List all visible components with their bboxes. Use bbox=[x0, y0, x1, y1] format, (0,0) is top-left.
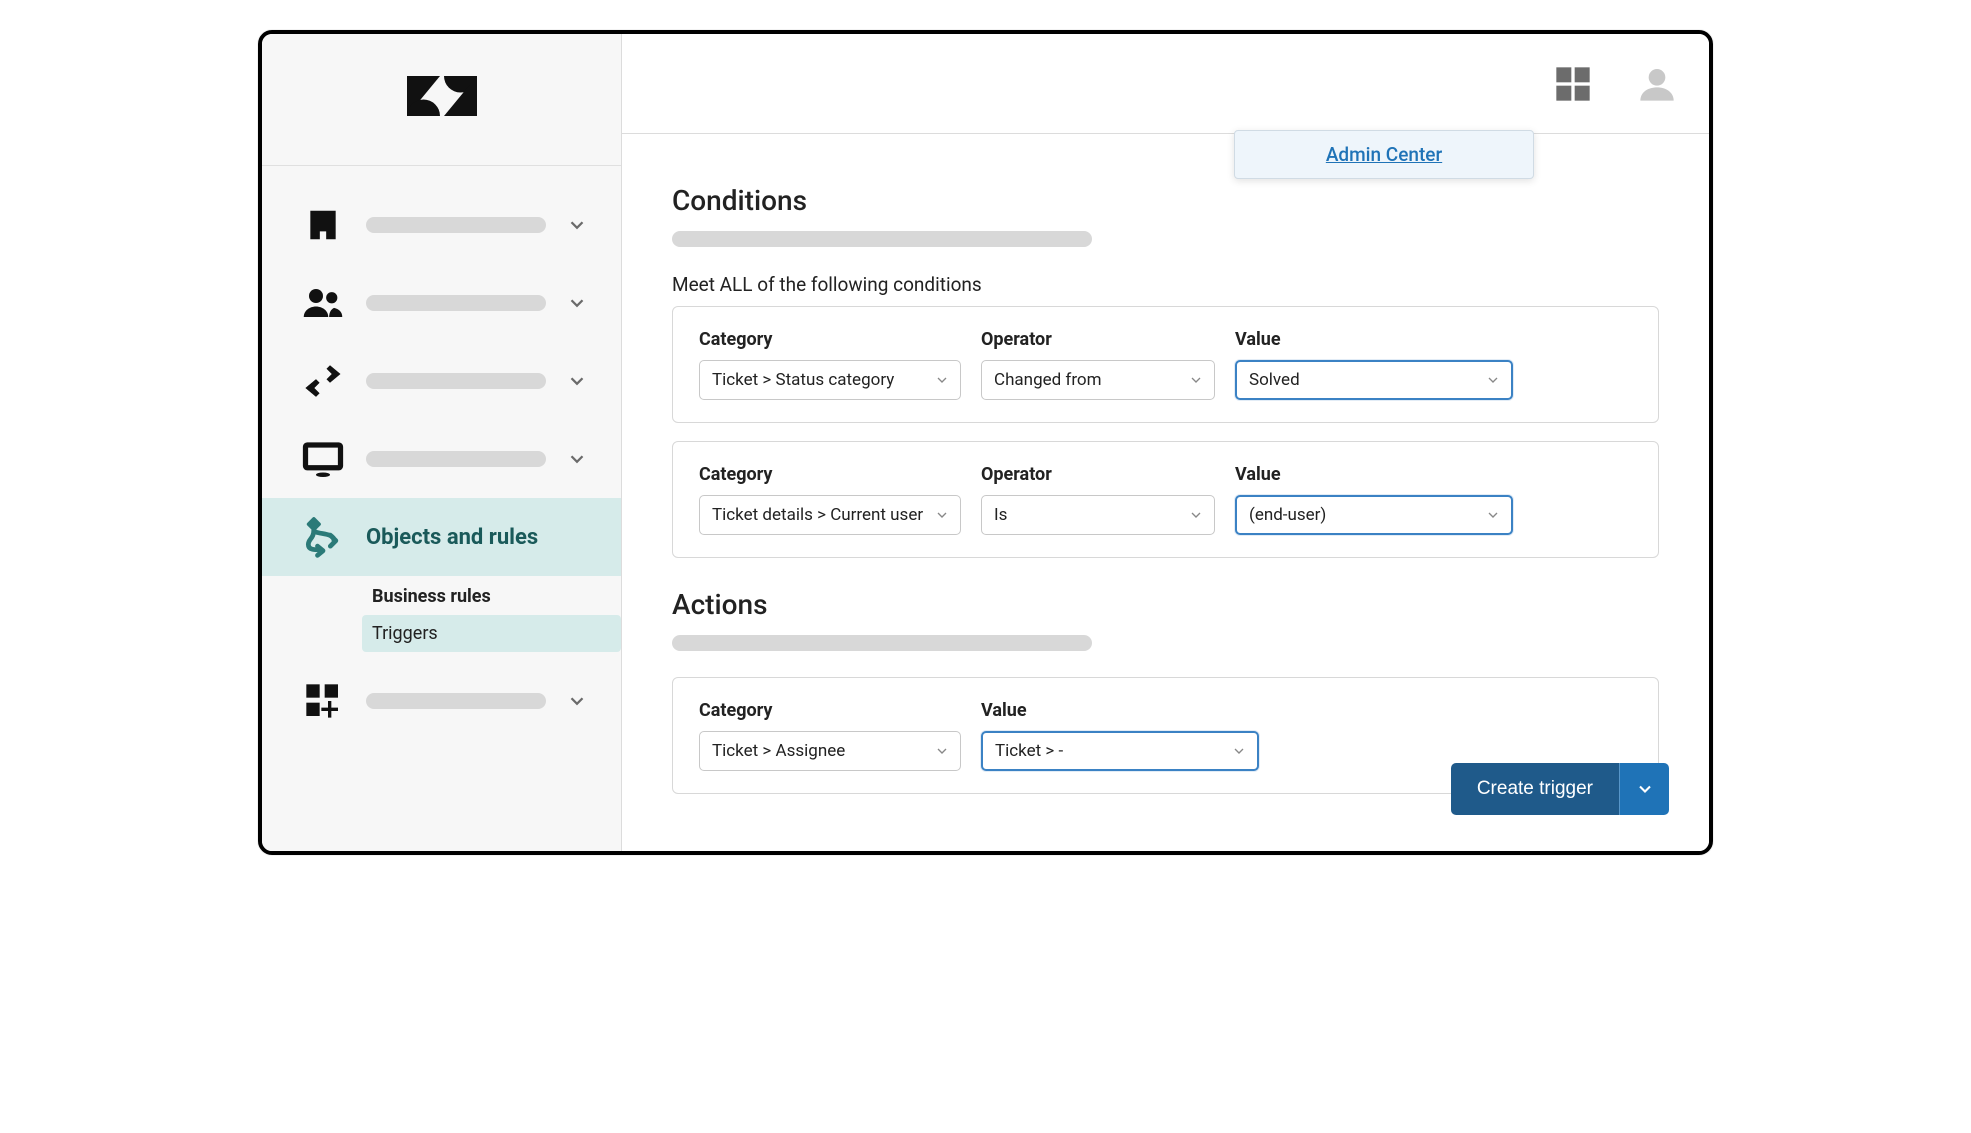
chevron-down-icon bbox=[934, 372, 950, 388]
topbar bbox=[622, 34, 1709, 134]
nav-placeholder bbox=[366, 295, 546, 311]
chevron-down-icon bbox=[1188, 372, 1204, 388]
value-select[interactable]: (end-user) bbox=[1235, 495, 1513, 535]
people-icon bbox=[300, 280, 346, 326]
chevron-down-icon bbox=[934, 743, 950, 759]
chevron-down-icon bbox=[566, 292, 588, 314]
chevron-down-icon bbox=[1485, 372, 1501, 388]
subnav-heading[interactable]: Business rules bbox=[362, 578, 621, 615]
action-value-select[interactable]: Ticket > - bbox=[981, 731, 1259, 771]
chevron-down-icon bbox=[566, 370, 588, 392]
sidebar-item-workspaces[interactable] bbox=[262, 186, 621, 264]
condition-row: Category Ticket > Status category Operat… bbox=[672, 306, 1659, 423]
sidebar-nav: Objects and rules Business rules Trigger… bbox=[262, 166, 621, 740]
main-area: Admin Center Conditions Meet ALL of the … bbox=[622, 34, 1709, 851]
value-select[interactable]: Solved bbox=[1235, 360, 1513, 400]
section-subtitle-placeholder bbox=[672, 231, 1092, 247]
content: Conditions Meet ALL of the following con… bbox=[622, 134, 1709, 851]
sidebar-item-workspaces2[interactable] bbox=[262, 420, 621, 498]
nav-placeholder bbox=[366, 451, 546, 467]
field-label-category: Category bbox=[699, 700, 961, 721]
apps-grid-icon[interactable] bbox=[1551, 62, 1595, 106]
chevron-down-icon bbox=[1188, 507, 1204, 523]
monitor-icon bbox=[300, 436, 346, 482]
chevron-down-icon bbox=[566, 214, 588, 236]
admin-center-link[interactable]: Admin Center bbox=[1326, 143, 1442, 166]
action-category-select[interactable]: Ticket > Assignee bbox=[699, 731, 961, 771]
sidebar-item-objects-rules[interactable]: Objects and rules bbox=[262, 498, 621, 576]
operator-select[interactable]: Is bbox=[981, 495, 1215, 535]
conditions-title: Conditions bbox=[672, 184, 1659, 217]
create-trigger-button[interactable]: Create trigger bbox=[1451, 763, 1619, 815]
building-icon bbox=[300, 202, 346, 248]
category-select[interactable]: Ticket > Status category bbox=[699, 360, 961, 400]
subnav-item-triggers[interactable]: Triggers bbox=[362, 615, 621, 652]
field-label-value: Value bbox=[981, 700, 1259, 721]
field-label-category: Category bbox=[699, 329, 961, 350]
chevron-down-icon bbox=[1635, 779, 1655, 799]
chevron-down-icon bbox=[934, 507, 950, 523]
actions-title: Actions bbox=[672, 588, 1659, 621]
sidebar-item-channels[interactable] bbox=[262, 342, 621, 420]
condition-row: Category Ticket details > Current user O… bbox=[672, 441, 1659, 558]
admin-center-popup: Admin Center bbox=[1234, 130, 1534, 179]
meet-all-label: Meet ALL of the following conditions bbox=[672, 273, 1659, 296]
create-trigger-dropdown[interactable] bbox=[1619, 763, 1669, 815]
field-label-value: Value bbox=[1235, 464, 1513, 485]
apps-add-icon bbox=[300, 678, 346, 724]
chevron-down-icon bbox=[1485, 507, 1501, 523]
subnav: Business rules Triggers bbox=[262, 576, 621, 662]
zendesk-logo-icon bbox=[407, 72, 477, 128]
logo-area bbox=[262, 34, 621, 166]
field-label-operator: Operator bbox=[981, 464, 1215, 485]
field-label-category: Category bbox=[699, 464, 961, 485]
user-avatar-icon[interactable] bbox=[1635, 62, 1679, 106]
chevron-down-icon bbox=[566, 448, 588, 470]
nav-placeholder bbox=[366, 693, 546, 709]
sidebar-item-apps[interactable] bbox=[262, 662, 621, 740]
flow-icon bbox=[300, 514, 346, 560]
section-subtitle-placeholder bbox=[672, 635, 1092, 651]
app-window: Objects and rules Business rules Trigger… bbox=[258, 30, 1713, 855]
chevron-down-icon bbox=[566, 690, 588, 712]
footer-actions: Create trigger bbox=[1451, 763, 1669, 815]
arrows-swap-icon bbox=[300, 358, 346, 404]
sidebar: Objects and rules Business rules Trigger… bbox=[262, 34, 622, 851]
category-select[interactable]: Ticket details > Current user bbox=[699, 495, 961, 535]
sidebar-item-label: Objects and rules bbox=[366, 525, 599, 550]
chevron-down-icon bbox=[1231, 743, 1247, 759]
operator-select[interactable]: Changed from bbox=[981, 360, 1215, 400]
nav-placeholder bbox=[366, 217, 546, 233]
nav-placeholder bbox=[366, 373, 546, 389]
sidebar-item-people[interactable] bbox=[262, 264, 621, 342]
field-label-operator: Operator bbox=[981, 329, 1215, 350]
field-label-value: Value bbox=[1235, 329, 1513, 350]
